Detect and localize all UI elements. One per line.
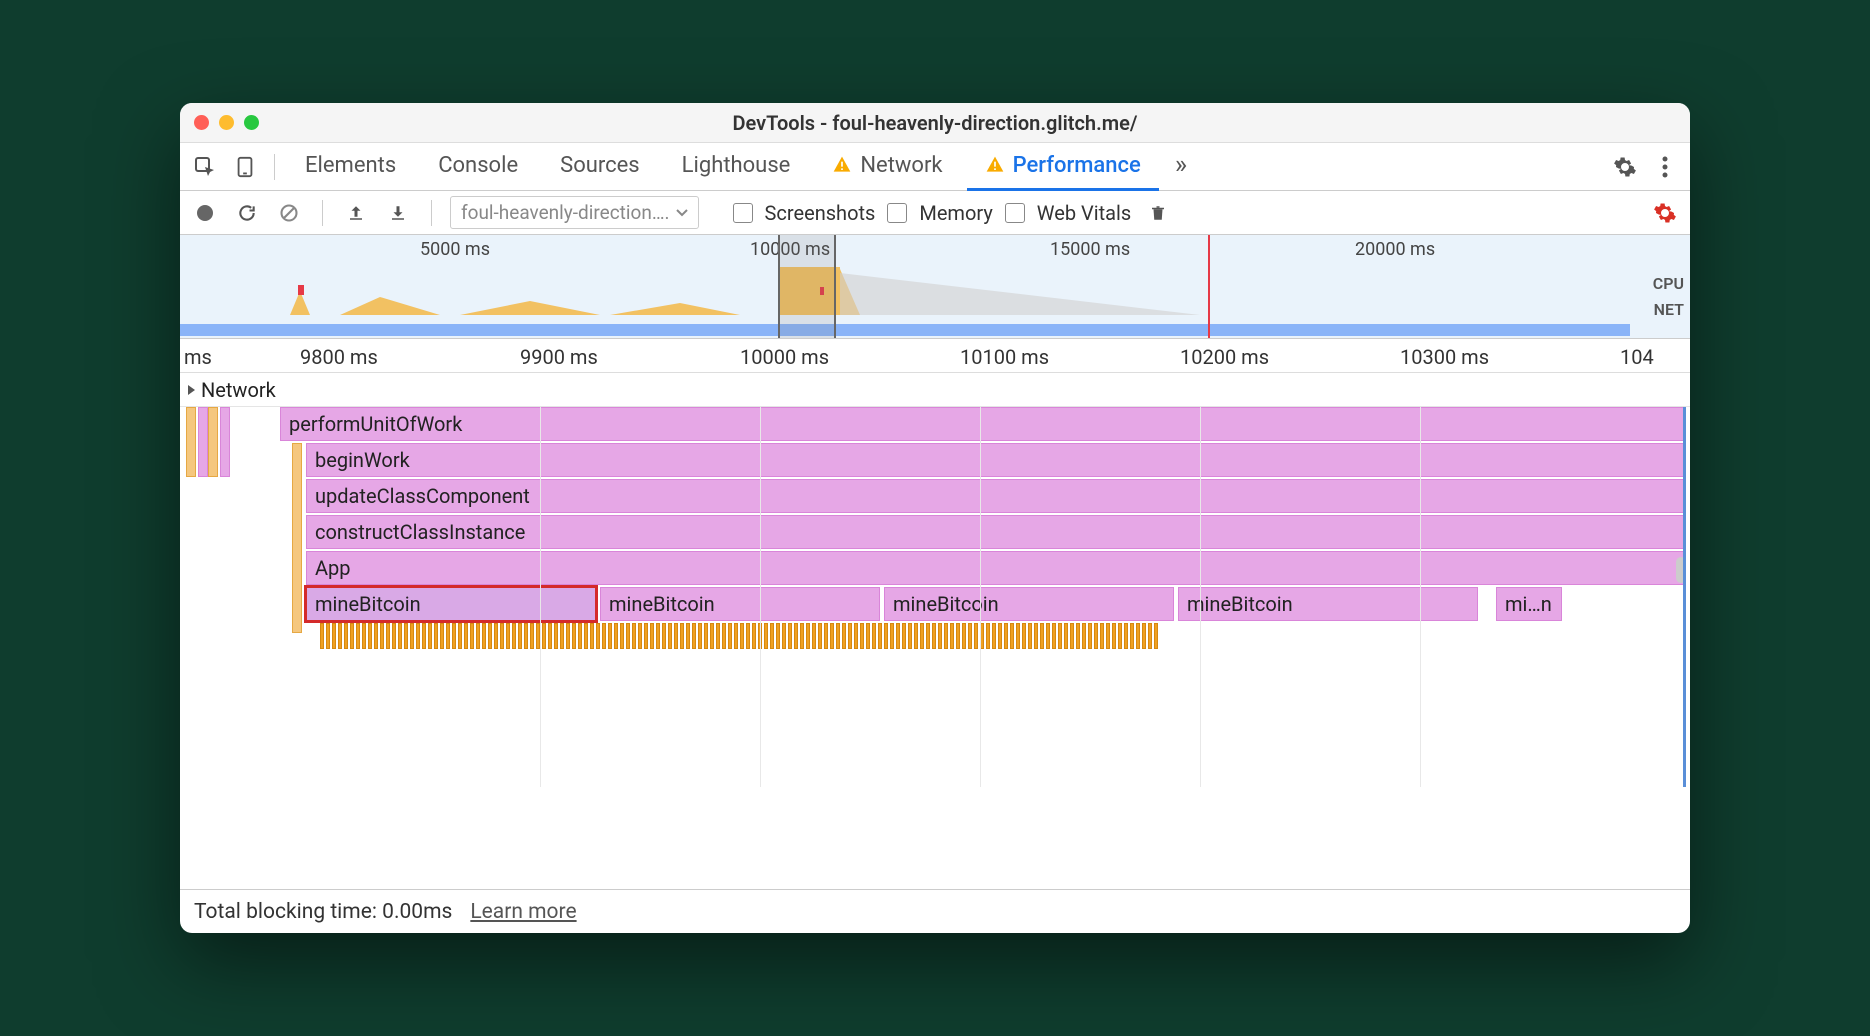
capture-settings-icon[interactable]	[1650, 198, 1680, 228]
webvitals-label: Web Vitals	[1037, 201, 1131, 225]
footer: Total blocking time: 0.00ms Learn more	[180, 889, 1690, 933]
task-bar[interactable]	[198, 407, 208, 477]
titlebar: DevTools - foul-heavenly-direction.glitc…	[180, 103, 1690, 143]
close-window-button[interactable]	[194, 115, 209, 130]
settings-icon[interactable]	[1608, 150, 1642, 184]
tab-performance[interactable]: Performance	[967, 143, 1159, 191]
devtools-tabs: Elements Console Sources Lighthouse Netw…	[180, 143, 1690, 191]
flame-row[interactable]: App	[306, 551, 1684, 585]
trash-icon[interactable]	[1143, 198, 1173, 228]
warning-icon	[832, 155, 852, 175]
window-title: DevTools - foul-heavenly-direction.glitc…	[180, 111, 1690, 135]
performance-toolbar: foul-heavenly-direction…. Screenshots Me…	[180, 191, 1690, 235]
overview-selection[interactable]	[778, 235, 836, 338]
chevron-down-icon	[676, 209, 688, 217]
tab-console[interactable]: Console	[420, 143, 536, 191]
inspect-element-icon[interactable]	[188, 150, 222, 184]
flame-row[interactable]: performUnitOfWork	[280, 407, 1684, 441]
upload-icon[interactable]	[341, 198, 371, 228]
reload-button[interactable]	[232, 198, 262, 228]
flame-call[interactable]: mineBitcoin	[884, 587, 1174, 621]
blocking-time-label: Total blocking time: 0.00ms	[194, 900, 452, 924]
maximize-window-button[interactable]	[244, 115, 259, 130]
separator	[274, 154, 275, 180]
memory-label: Memory	[919, 201, 992, 225]
kebab-menu-icon[interactable]	[1648, 150, 1682, 184]
task-bar[interactable]	[186, 407, 196, 477]
flame-row[interactable]: updateClassComponent	[306, 479, 1684, 513]
record-button[interactable]	[190, 198, 220, 228]
timeline-overview[interactable]: 5000 ms 10000 ms 15000 ms 20000 ms CPU N…	[180, 235, 1690, 339]
cpu-label: CPU	[1653, 271, 1684, 297]
task-bar[interactable]	[220, 407, 230, 477]
recording-selector[interactable]: foul-heavenly-direction….	[450, 196, 699, 229]
tabs-overflow[interactable]: »	[1165, 143, 1197, 191]
screenshots-checkbox[interactable]	[733, 203, 753, 223]
flame-call[interactable]: mineBitcoin	[1178, 587, 1478, 621]
task-bar[interactable]	[292, 443, 302, 633]
flame-call[interactable]: mi…n	[1496, 587, 1562, 621]
tab-network[interactable]: Network	[814, 143, 960, 191]
task-bar[interactable]	[208, 407, 218, 477]
download-icon[interactable]	[383, 198, 413, 228]
tab-sources[interactable]: Sources	[542, 143, 658, 191]
minimize-window-button[interactable]	[219, 115, 234, 130]
device-toolbar-icon[interactable]	[228, 150, 262, 184]
marker-line	[1208, 235, 1210, 338]
flame-row[interactable]: beginWork	[306, 443, 1684, 477]
clear-button[interactable]	[274, 198, 304, 228]
net-label: NET	[1653, 297, 1684, 323]
flame-call[interactable]: mineBitcoin	[600, 587, 880, 621]
window-controls	[194, 115, 259, 130]
network-section-header[interactable]: Network	[180, 373, 1690, 407]
time-ruler[interactable]: ms 9800 ms 9900 ms 10000 ms 10100 ms 102…	[180, 339, 1690, 373]
screenshots-label: Screenshots	[765, 201, 876, 225]
flame-row[interactable]: constructClassInstance	[306, 515, 1684, 549]
webvitals-checkbox[interactable]	[1005, 203, 1025, 223]
devtools-window: DevTools - foul-heavenly-direction.glitc…	[180, 103, 1690, 933]
warning-icon	[985, 155, 1005, 175]
memory-checkbox[interactable]	[887, 203, 907, 223]
learn-more-link[interactable]: Learn more	[470, 900, 576, 924]
micro-tasks: document.write(Array(140).fill('<i></i>'…	[320, 623, 1158, 649]
highlight-box	[304, 585, 598, 623]
tab-elements[interactable]: Elements	[287, 143, 414, 191]
tab-lighthouse[interactable]: Lighthouse	[664, 143, 809, 191]
expand-icon	[188, 385, 195, 395]
cpu-chart	[180, 267, 1630, 315]
net-chart	[180, 324, 1630, 336]
flame-chart[interactable]: performUnitOfWork beginWork updateClassC…	[180, 407, 1690, 787]
